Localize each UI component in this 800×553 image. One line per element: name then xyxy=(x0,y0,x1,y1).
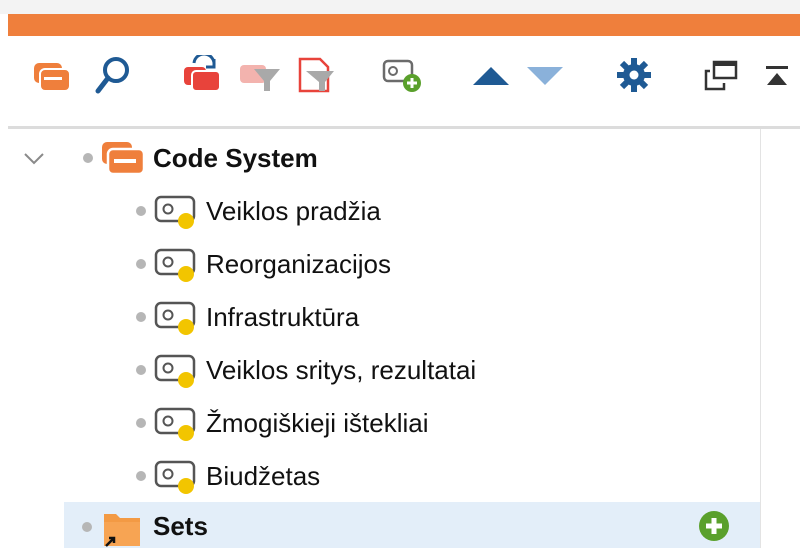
move-down-icon[interactable] xyxy=(524,55,566,95)
status-dot xyxy=(136,418,146,428)
folder-shortcut-icon xyxy=(100,508,144,553)
tree-item-label: Veiklos sritys, rezultatai xyxy=(206,355,477,385)
pane-divider[interactable] xyxy=(760,129,761,548)
tree-root-label: Code System xyxy=(153,143,318,173)
code-icon xyxy=(154,195,200,236)
status-dot xyxy=(136,259,146,269)
new-code-icon[interactable] xyxy=(378,55,428,95)
panel-title-bar xyxy=(8,14,800,36)
tree-root-code-system[interactable]: Code System xyxy=(8,134,760,182)
filter-icon[interactable] xyxy=(236,55,284,95)
code-icon xyxy=(154,407,200,448)
code-icon xyxy=(154,301,200,342)
code-system-icon xyxy=(100,140,148,181)
status-dot xyxy=(136,312,146,322)
status-dot xyxy=(82,522,92,532)
settings-gear-icon[interactable] xyxy=(612,55,656,95)
code-icon xyxy=(154,354,200,395)
filter-document-icon[interactable] xyxy=(294,55,342,95)
tree-item-sets[interactable]: Sets xyxy=(64,502,760,548)
search-icon[interactable] xyxy=(92,55,140,95)
tree-item-code-1[interactable]: Veiklos pradžia xyxy=(8,187,760,235)
status-dot xyxy=(136,365,146,375)
tree-item-code-6[interactable]: Biudžetas xyxy=(8,452,760,500)
code-sets-reset-icon[interactable] xyxy=(180,55,228,95)
status-dot xyxy=(136,471,146,481)
tree-item-label: Biudžetas xyxy=(206,461,321,491)
collapse-top-icon[interactable] xyxy=(760,55,796,95)
add-set-button[interactable] xyxy=(698,510,730,547)
status-dot xyxy=(83,153,93,163)
tree-item-label: Sets xyxy=(153,511,208,541)
window-top-strip xyxy=(0,0,800,14)
status-dot xyxy=(136,206,146,216)
code-icon xyxy=(154,248,200,289)
move-up-icon[interactable] xyxy=(470,55,512,95)
tree-item-code-5[interactable]: Žmogiškieji ištekliai xyxy=(8,399,760,447)
tree-item-code-4[interactable]: Veiklos sritys, rezultatai xyxy=(8,346,760,394)
tree-item-label: Žmogiškieji ištekliai xyxy=(206,408,429,438)
tree-item-label: Infrastruktūra xyxy=(206,302,360,332)
toolbar-separator xyxy=(8,126,800,129)
tree-item-label: Reorganizacijos xyxy=(206,249,391,279)
undock-window-icon[interactable] xyxy=(700,55,744,95)
tree-item-code-3[interactable]: Infrastruktūra xyxy=(8,293,760,341)
code-icon xyxy=(154,460,200,501)
code-system-icon[interactable] xyxy=(28,55,76,95)
tree-item-label: Veiklos pradžia xyxy=(206,196,381,226)
tree-item-code-2[interactable]: Reorganizacijos xyxy=(8,240,760,288)
chevron-down-icon[interactable] xyxy=(22,146,46,170)
